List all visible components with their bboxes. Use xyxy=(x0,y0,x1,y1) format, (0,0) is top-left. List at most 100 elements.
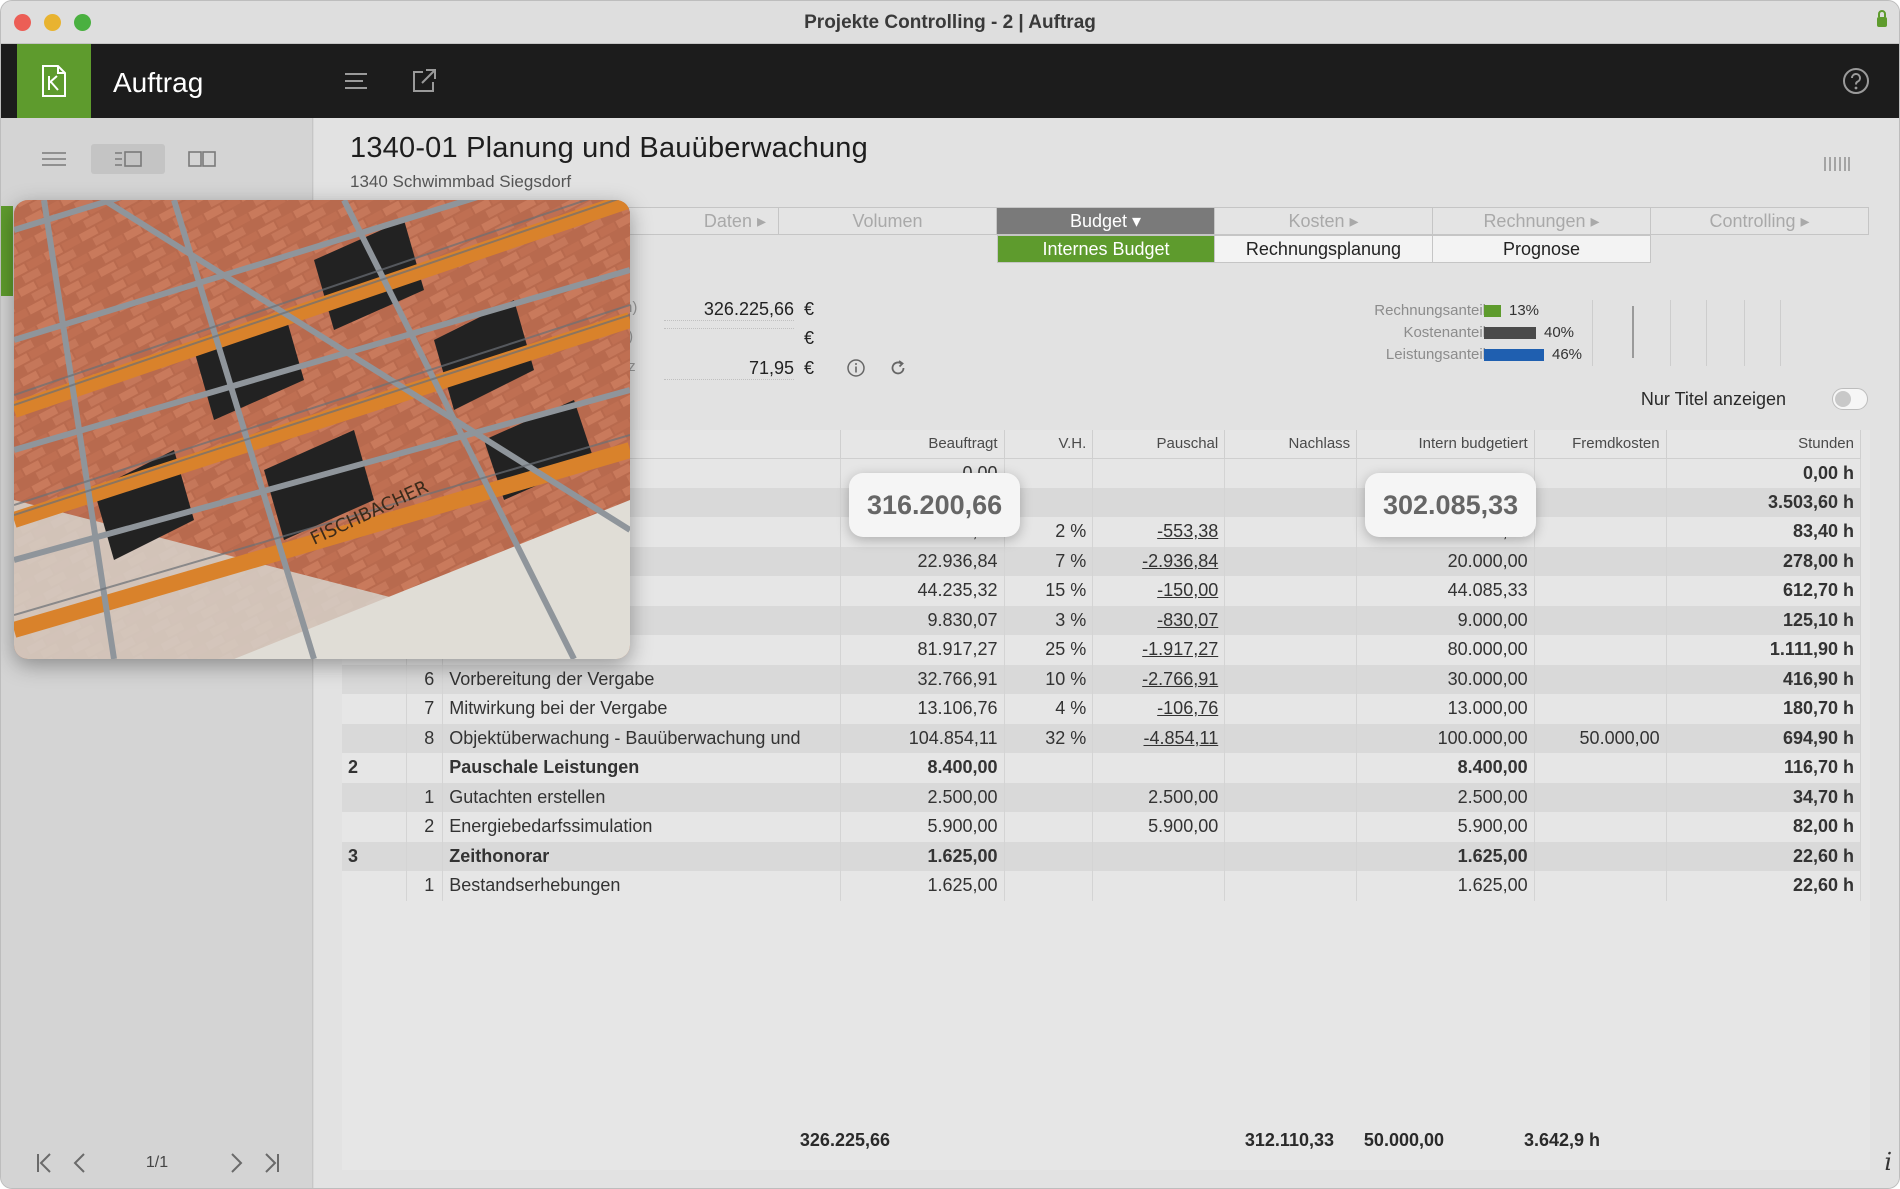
table-row[interactable]: 1 Gutachten erstellen 2.500,00 2.500,00 2.50… xyxy=(342,782,1862,812)
cell-pos: 8 xyxy=(406,723,444,753)
cell-desc: Vorbereitung der Vergabe xyxy=(442,664,842,694)
cell-nachlass xyxy=(1224,871,1358,901)
subtab-internes-budget[interactable]: Internes Budget xyxy=(997,235,1215,263)
menu-icon[interactable] xyxy=(341,66,371,96)
detail-view-button[interactable] xyxy=(91,144,165,174)
cell-beauftragt: 81.917,27 xyxy=(840,635,1005,665)
info-corner-icon[interactable]: i xyxy=(1884,1148,1892,1176)
record-pager: 1/1 xyxy=(1,1148,313,1178)
barcode-icon[interactable] xyxy=(1822,154,1852,174)
open-external-icon[interactable] xyxy=(409,66,439,96)
cell-fremd xyxy=(1534,782,1667,812)
cell-nachlass xyxy=(1224,841,1358,871)
tab-rechnungen[interactable]: Rechnungen ▸ xyxy=(1433,207,1651,235)
cell-stunden: 22,60 h xyxy=(1666,841,1862,871)
cell-vh xyxy=(1004,812,1094,842)
cell-stunden: 116,70 h xyxy=(1666,753,1862,783)
share-label: Kostenanteil xyxy=(1403,324,1486,341)
cell-beauftragt: 8.400,00 xyxy=(840,753,1005,783)
intern-budgetiert-callout: 302.085,33 xyxy=(1365,473,1537,537)
column-header-stunden[interactable]: Stunden xyxy=(1666,430,1862,459)
cell-stunden: 612,70 h xyxy=(1666,576,1862,606)
table-row[interactable]: 6 Vorbereitung der Vergabe 32.766,91 10 % -2… xyxy=(342,664,1862,694)
cell-stunden: 3.503,60 h xyxy=(1666,487,1862,517)
help-icon[interactable] xyxy=(1841,66,1871,96)
total-beauftragt: 326.225,66 xyxy=(799,1130,890,1150)
share-percent: 40% xyxy=(1544,324,1575,341)
previous-record-button[interactable] xyxy=(65,1148,95,1178)
lock-icon xyxy=(1877,10,1887,27)
share-label: Leistungsanteil xyxy=(1385,346,1486,363)
cell-vh xyxy=(1004,782,1094,812)
cell-stunden: 416,90 h xyxy=(1666,664,1862,694)
toggle-knob xyxy=(1835,391,1851,407)
title-only-toggle-label: Nur Titel anzeigen xyxy=(1640,389,1786,409)
chevron-left-icon xyxy=(73,1153,85,1173)
selected-record-marker xyxy=(1,206,13,296)
total-fremdkosten: 50.000,00 xyxy=(1363,1130,1444,1150)
cell-pos: 1 xyxy=(406,782,444,812)
last-record-button[interactable] xyxy=(257,1148,287,1178)
subtab-rechnungsplanung[interactable]: Rechnungsplanung xyxy=(1215,235,1433,263)
scaffolding-photo: FISCHBACHER xyxy=(14,200,630,659)
table-row[interactable]: 8 Objektüberwachung - Bauüberwachung und 1… xyxy=(342,723,1862,753)
column-header-intern-budgetiert[interactable]: Intern budgetiert xyxy=(1356,430,1535,459)
column-header-fremdkosten[interactable]: Fremdkosten xyxy=(1534,430,1667,459)
cell-pauschal: -2.766,91 xyxy=(1092,664,1226,694)
cell-stunden: 0,00 h xyxy=(1666,458,1862,488)
cell-intern: 1.625,00 xyxy=(1356,841,1535,871)
group-row[interactable]: 3 Zeithonorar 1.625,00 1.625,00 22,60 h xyxy=(342,841,1862,871)
pager-position: 1/1 xyxy=(145,1154,169,1171)
next-record-button[interactable] xyxy=(221,1148,251,1178)
cell-intern: 30.000,00 xyxy=(1356,664,1535,694)
cell-stunden: 82,00 h xyxy=(1666,812,1862,842)
subtab-prognose[interactable]: Prognose xyxy=(1433,235,1651,263)
cell-fremd xyxy=(1534,517,1667,547)
cell-nachlass xyxy=(1224,635,1358,665)
scale-tick xyxy=(1592,300,1593,366)
table-row[interactable]: 2 Energiebedarfssimulation 5.900,00 5.900,0… xyxy=(342,812,1862,842)
first-record-button[interactable] xyxy=(29,1148,59,1178)
cell-intern: 2.500,00 xyxy=(1356,782,1535,812)
cell-beauftragt: 2.500,00 xyxy=(840,782,1005,812)
column-header-beauftragt[interactable]: Beauftragt xyxy=(840,430,1005,459)
column-header-vh[interactable]: V.H. xyxy=(1004,430,1094,459)
tab-budget[interactable]: Budget ▾ xyxy=(997,207,1215,235)
cell-stunden: 180,70 h xyxy=(1666,694,1862,724)
tab-controlling[interactable]: Controlling ▸ xyxy=(1651,207,1869,235)
split-view-icon xyxy=(188,151,216,167)
list-icon xyxy=(42,152,66,166)
rechnungsanteil-bar xyxy=(1484,305,1501,317)
totals-row: 326.225,66 312.110,33 50.000,00 3.642,9 … xyxy=(342,1130,1861,1160)
table-row[interactable]: 1 Bestandserhebungen 1.625,00 1.625,00 22,60… xyxy=(342,871,1862,901)
tab-kosten[interactable]: Kosten ▸ xyxy=(1215,207,1433,235)
list-view-button[interactable] xyxy=(17,144,91,174)
cell-pos: 7 xyxy=(406,694,444,724)
column-header-pauschal[interactable]: Pauschal xyxy=(1092,430,1226,459)
cell-num xyxy=(342,782,408,812)
table-row[interactable]: 7 Mitwirkung bei der Vergabe 13.106,76 4 % -… xyxy=(342,694,1862,724)
cell-pauschal xyxy=(1092,753,1226,783)
cell-pos: 1 xyxy=(406,871,444,901)
cell-intern: 9.000,00 xyxy=(1356,605,1535,635)
column-header-nachlass[interactable]: Nachlass xyxy=(1224,430,1358,459)
budget-subtab-bar: Internes Budget Rechnungsplanung Prognos… xyxy=(997,235,1651,263)
last-page-icon xyxy=(265,1153,279,1173)
scale-tick xyxy=(1780,300,1781,366)
cell-fremd xyxy=(1534,487,1667,517)
module-title: Auftrag xyxy=(113,67,204,98)
cell-stunden: 22,60 h xyxy=(1666,871,1862,901)
cell-pauschal: -553,38 xyxy=(1092,517,1226,547)
cell-nachlass xyxy=(1224,753,1358,783)
tab-volumen[interactable]: Volumen xyxy=(779,207,997,235)
cell-desc: Mitwirkung bei der Vergabe xyxy=(442,694,842,724)
group-row[interactable]: 2 Pauschale Leistungen 8.400,00 8.400,00 116… xyxy=(342,753,1862,783)
cell-beauftragt: 1.625,00 xyxy=(840,841,1005,871)
app-window: Projekte Controlling - 2 | Auftrag Auftr… xyxy=(0,0,1900,1189)
app-header: Auftrag xyxy=(1,44,1899,118)
cell-vh: 15 % xyxy=(1004,576,1094,606)
cell-beauftragt: 1.625,00 xyxy=(840,871,1005,901)
cell-pos: 2 xyxy=(406,812,444,842)
title-only-toggle[interactable] xyxy=(1832,388,1868,410)
split-view-button[interactable] xyxy=(165,144,239,174)
